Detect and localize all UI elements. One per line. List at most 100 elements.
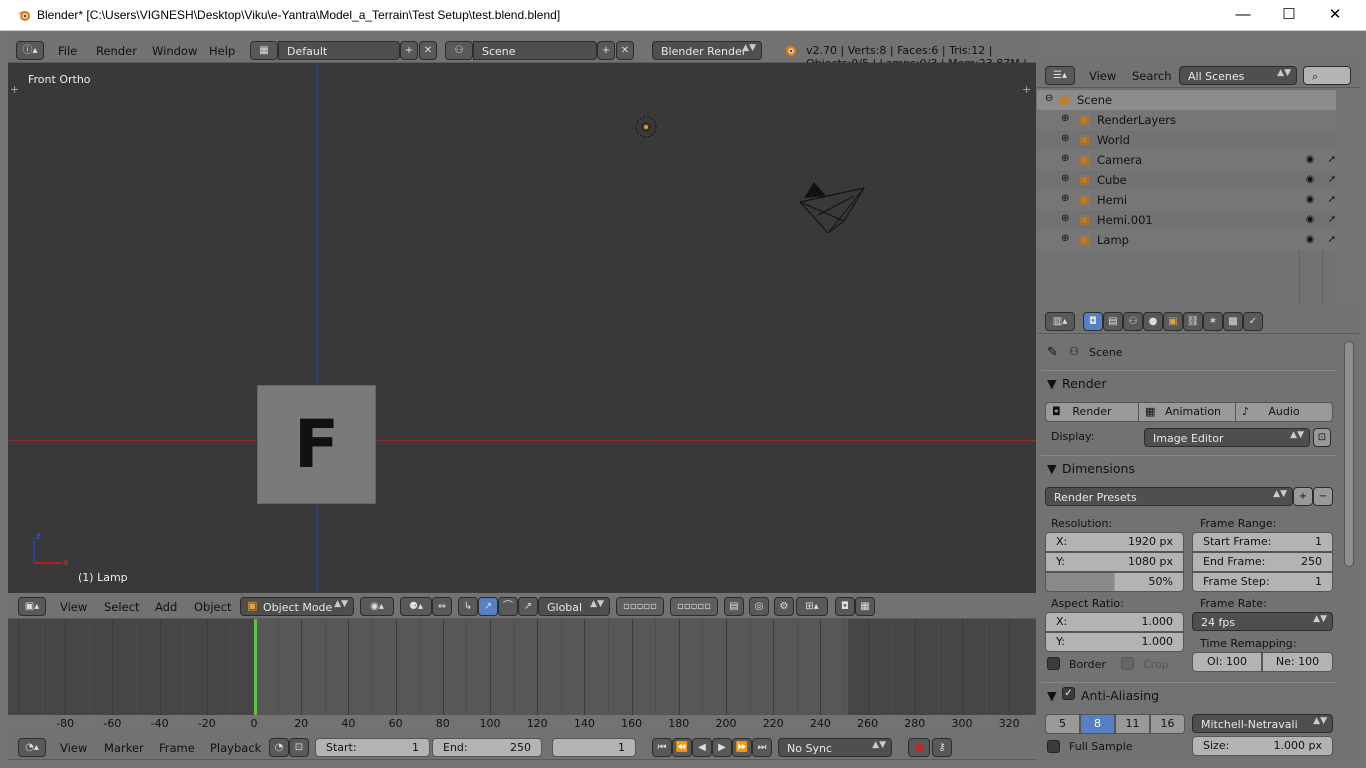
render-layers-context-icon[interactable]: ▤ [1103, 312, 1123, 331]
dimensions-panel-header[interactable]: ▼ Dimensions [1041, 455, 1337, 479]
expand-toggle-icon[interactable]: ⊕ [1061, 193, 1069, 204]
render-context-icon[interactable]: ◘ [1083, 312, 1103, 331]
jump-end-icon[interactable]: ⏭ [752, 738, 772, 757]
audio-button[interactable]: ♪ Audio [1235, 402, 1333, 422]
resolution-percentage-slider[interactable]: 50% [1045, 572, 1184, 592]
menu-object[interactable]: Object [194, 600, 231, 614]
scale-icon[interactable]: ⌒ [498, 597, 518, 616]
add-preset-button[interactable]: + [1293, 487, 1313, 506]
jump-next-keyframe-icon[interactable]: ⏩ [732, 738, 752, 757]
timeline[interactable]: -80 -60 -40 -20 0 20 40 60 80 100 120 140 160 180 200 2… [8, 619, 1036, 733]
world-context-icon[interactable]: ● [1143, 312, 1163, 331]
end-frame-field[interactable]: End Frame: 250 [1192, 552, 1333, 572]
orientation-dropdown[interactable]: Global ▲▼ [538, 597, 610, 616]
timeline-menu-frame[interactable]: Frame [159, 741, 195, 755]
frame-step-field[interactable]: Frame Step: 1 [1192, 572, 1333, 592]
border-checkbox[interactable] [1047, 657, 1060, 670]
scene-context-icon[interactable]: ⚇ [1123, 312, 1143, 331]
expand-toggle-icon[interactable]: ⊕ [1061, 233, 1069, 244]
eye-icon[interactable]: ◉ [1303, 193, 1317, 207]
aspect-y-field[interactable]: Y: 1.000 [1045, 632, 1184, 652]
time-remap-new-field[interactable]: Ne: 100 [1262, 652, 1333, 672]
animation-button[interactable]: ▦ Animation [1138, 402, 1236, 422]
outliner-item[interactable]: ⊕ ▣ Camera ◉ ➚ [1037, 150, 1336, 170]
outliner-search-field[interactable]: ⌕ [1303, 66, 1351, 85]
menu-help[interactable]: Help [209, 44, 235, 58]
maximize-button[interactable]: ☐ [1266, 0, 1312, 31]
cursor-icon[interactable]: ➚ [1325, 173, 1339, 187]
data-context-icon[interactable]: ✶ [1203, 312, 1223, 331]
timeline-menu-marker[interactable]: Marker [104, 741, 144, 755]
3d-viewport[interactable]: Front Ortho + + F z x (1) Lamp [8, 63, 1036, 593]
remove-screen-button[interactable]: ✕ [419, 41, 437, 60]
timeline-menu-playback[interactable]: Playback [210, 741, 261, 755]
pin-icon[interactable]: ✎ [1047, 345, 1058, 360]
filter-size-field[interactable]: Size: 1.000 px [1192, 736, 1333, 756]
rotate-icon[interactable]: ↗ [478, 597, 498, 616]
layers-group-2[interactable]: ▫▫▫▫▫ [670, 597, 718, 616]
resolution-x-field[interactable]: X: 1920 px [1045, 532, 1184, 552]
lamp-object-icon[interactable] [632, 115, 660, 143]
aa-sample-button[interactable]: 8 [1080, 714, 1115, 734]
playhead[interactable] [254, 619, 257, 717]
manipulator-toggle-icon[interactable]: ⇔ [432, 597, 452, 616]
cursor-icon[interactable]: ➚ [1325, 233, 1339, 247]
object-context-icon[interactable]: ▣ [1163, 312, 1183, 331]
aspect-x-field[interactable]: X: 1.000 [1045, 612, 1184, 632]
display-dropdown[interactable]: Image Editor ▲▼ [1144, 428, 1310, 447]
outliner-menu-search[interactable]: Search [1132, 69, 1172, 83]
aa-sample-button[interactable]: 16 [1150, 714, 1185, 734]
translate-icon[interactable]: ↳ [458, 597, 478, 616]
eye-icon[interactable]: ◉ [1303, 173, 1317, 187]
expand-toggle-icon[interactable]: ⊕ [1061, 153, 1069, 164]
keying-set-icon[interactable]: ⚷ [932, 738, 952, 757]
layers-group-1[interactable]: ▫▫▫▫▫ [616, 597, 664, 616]
texture-context-icon[interactable]: ▩ [1223, 312, 1243, 331]
remove-preset-button[interactable]: − [1313, 487, 1333, 506]
start-frame-field[interactable]: Start Frame: 1 [1192, 532, 1333, 552]
constraints-context-icon[interactable]: ⛓ [1183, 312, 1203, 331]
cursor-icon[interactable]: ➚ [1325, 213, 1339, 227]
outliner-item[interactable]: ⊕ ▣ Lamp ◉ ➚ [1037, 230, 1336, 250]
expand-toggle-icon[interactable]: ⊕ [1061, 213, 1069, 224]
render-panel-header[interactable]: ▼ Render [1041, 370, 1337, 394]
preview-range-icon[interactable]: ◔ [269, 738, 289, 757]
menu-view[interactable]: View [60, 600, 87, 614]
viewport-shading-button[interactable]: ◉▴ [360, 597, 394, 616]
close-button[interactable]: ✕ [1312, 0, 1358, 31]
outliner-filter-dropdown[interactable]: All Scenes ▲▼ [1179, 66, 1297, 85]
outliner-menu-view[interactable]: View [1089, 69, 1116, 83]
render-engine-dropdown[interactable]: Blender Render ▲▼ [652, 41, 762, 60]
camera-object-icon[interactable] [794, 178, 870, 238]
menu-select[interactable]: Select [104, 600, 139, 614]
scene-field[interactable]: Scene [473, 41, 597, 60]
screen-layout-field[interactable]: Default [278, 41, 400, 60]
play-icon[interactable]: ▶ [712, 738, 732, 757]
jump-start-icon[interactable]: ⏮ [652, 738, 672, 757]
menu-add[interactable]: Add [155, 600, 177, 614]
opengl-render-icon[interactable]: ◘ [835, 597, 855, 616]
info-editor-type-button[interactable]: ⓘ▴ [16, 41, 44, 60]
add-screen-button[interactable]: + [400, 41, 418, 60]
opengl-animation-icon[interactable]: ▦ [855, 597, 875, 616]
outliner-editor-type-button[interactable]: ☰▴ [1045, 66, 1075, 85]
eye-icon[interactable]: ◉ [1303, 153, 1317, 167]
timeline-editor-type-button[interactable]: ◔▴ [18, 738, 46, 757]
anti-aliasing-checkbox[interactable]: ✓ [1062, 687, 1075, 700]
render-button[interactable]: ◘ Render [1045, 402, 1139, 422]
frame-rate-dropdown[interactable]: 24 fps ▲▼ [1192, 612, 1333, 631]
region-toggle-left[interactable]: + [10, 83, 19, 96]
expand-toggle-icon[interactable]: ⊕ [1061, 173, 1069, 184]
minimize-button[interactable]: — [1220, 0, 1266, 31]
crop-checkbox[interactable] [1121, 657, 1134, 670]
current-frame-input[interactable]: 1 [552, 738, 636, 757]
snap-toggle-icon[interactable]: ⚙ [774, 597, 794, 616]
menu-file[interactable]: File [58, 44, 77, 58]
anti-aliasing-panel-header[interactable]: ▼ ✓ Anti-Aliasing [1041, 682, 1337, 706]
timeline-menu-view[interactable]: View [60, 741, 87, 755]
lock-interface-icon[interactable]: ⊡ [1313, 428, 1331, 447]
full-sample-checkbox[interactable] [1047, 740, 1060, 753]
end-frame-input[interactable]: End: 250 [432, 738, 542, 757]
aa-filter-dropdown[interactable]: Mitchell-Netravali ▲▼ [1192, 714, 1333, 733]
scale-handle-icon[interactable]: ↗ [518, 597, 538, 616]
